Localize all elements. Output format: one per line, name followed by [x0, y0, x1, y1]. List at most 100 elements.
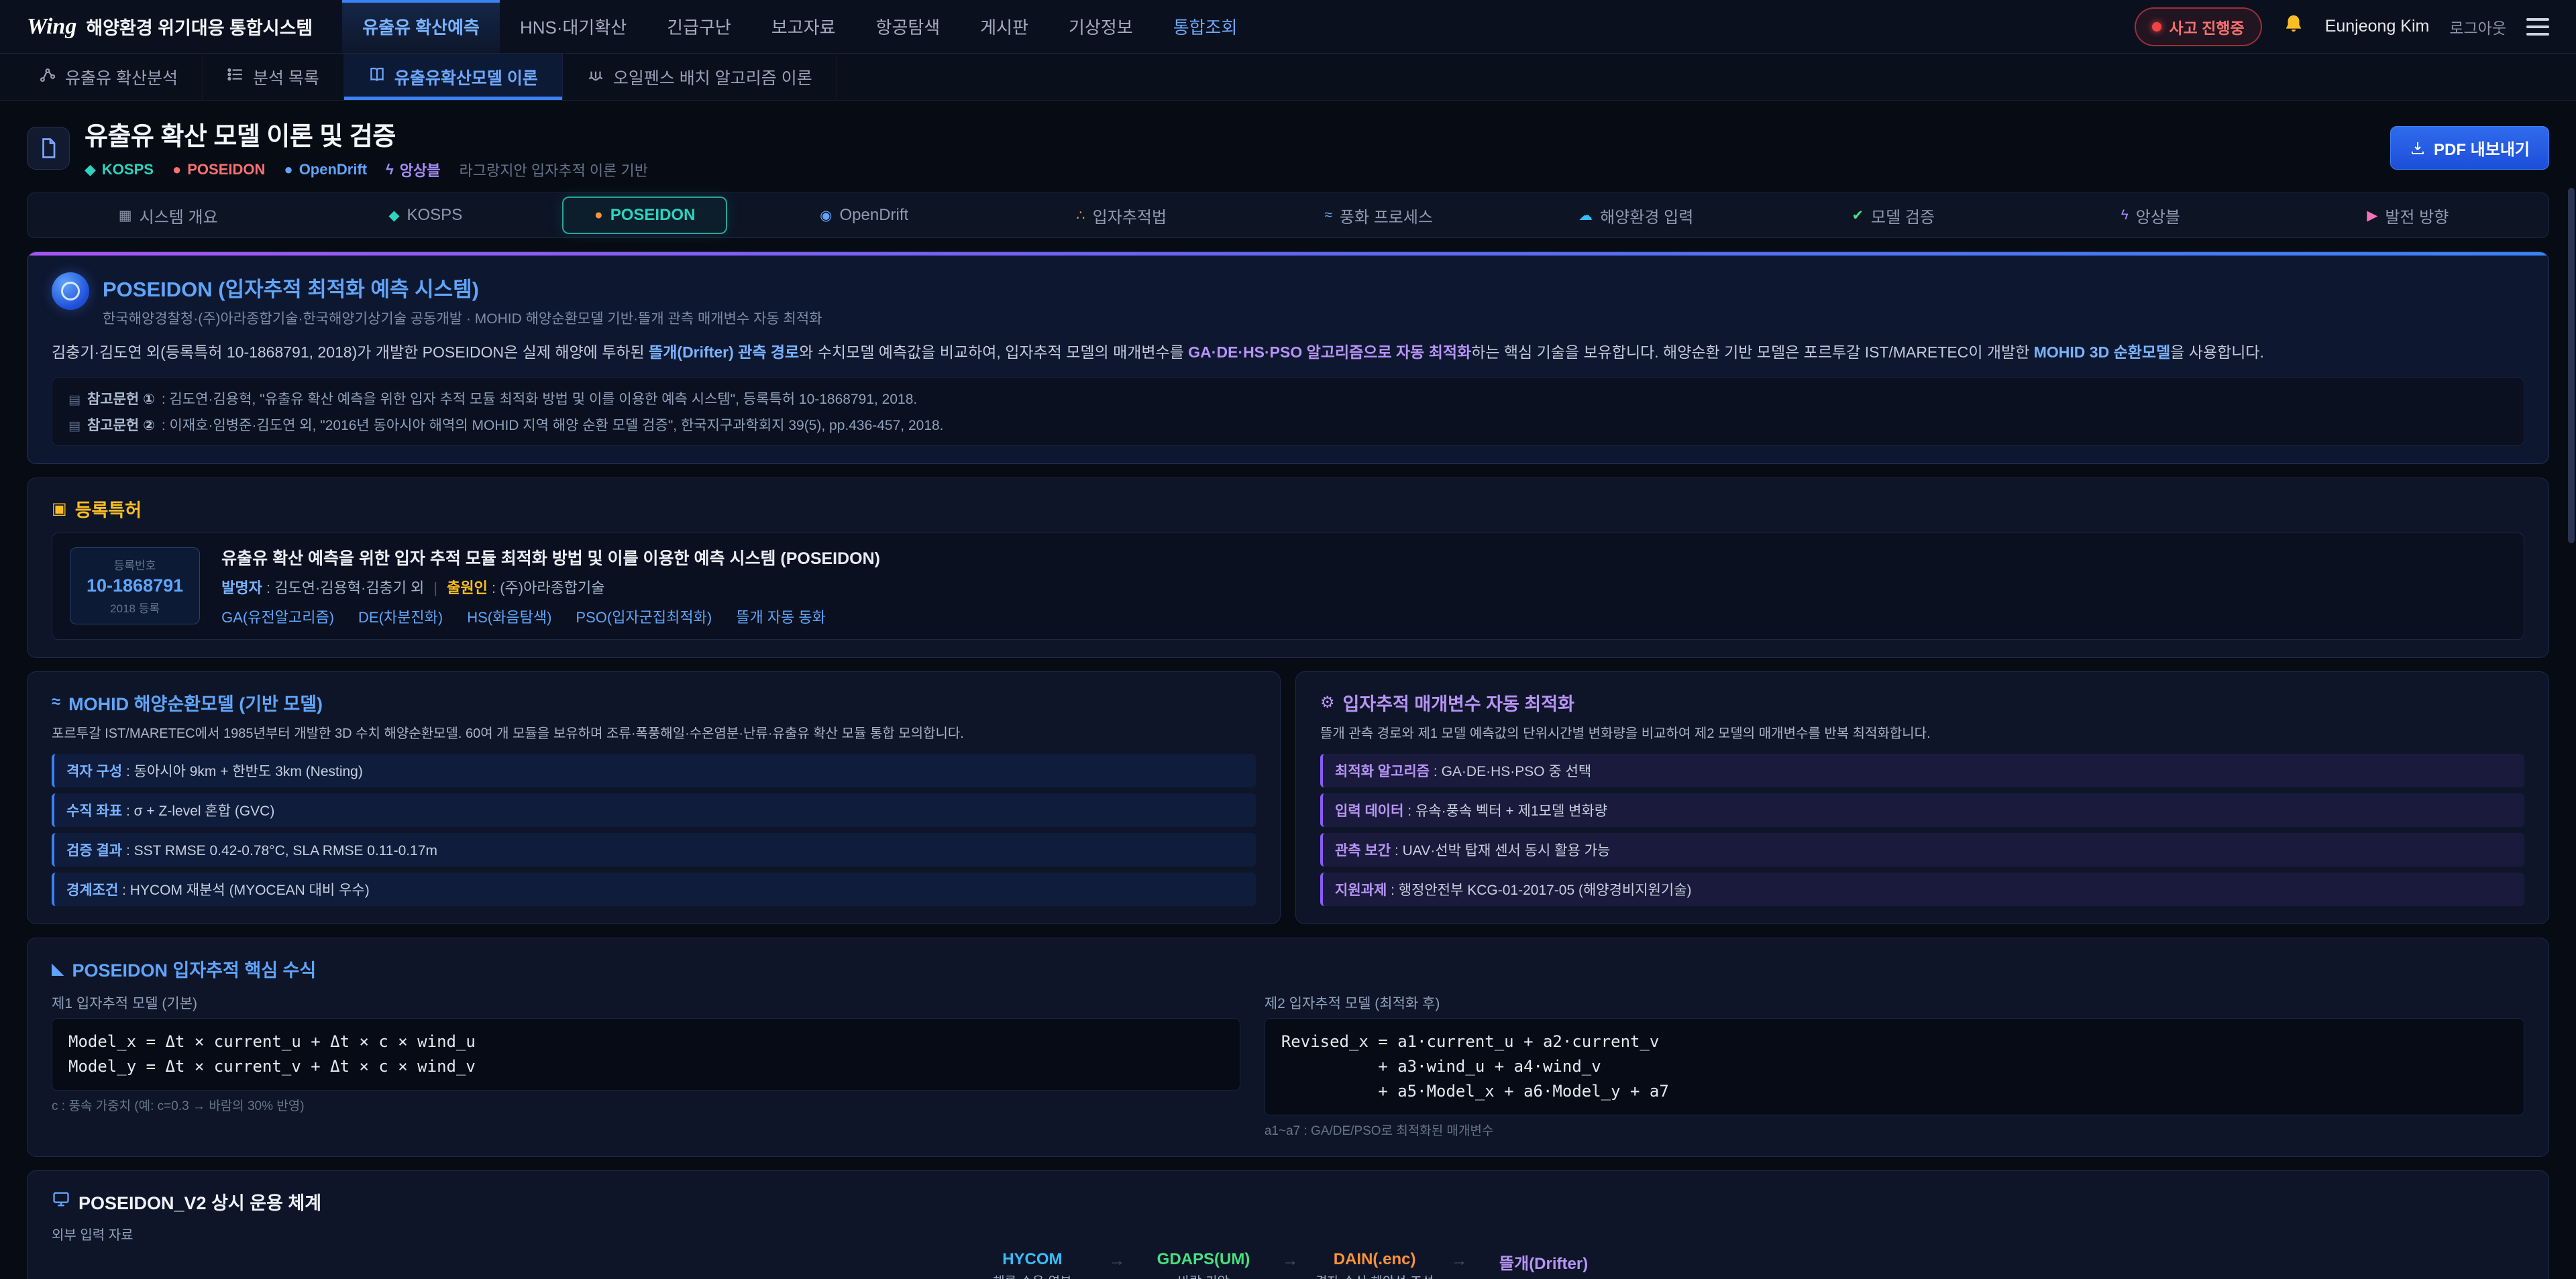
- monitor-icon: [52, 1190, 70, 1213]
- particles-icon: ∴: [1076, 207, 1085, 224]
- optimization-title: ⚙ 입자추적 매개변수 자동 최적화: [1320, 689, 2524, 716]
- tag-opendrift: ●OpenDrift: [284, 161, 367, 178]
- nav-item-emergency-rescue[interactable]: 긴급구난: [647, 0, 751, 53]
- incident-dot-icon: [2152, 22, 2161, 32]
- nav-item-integrated-search[interactable]: 통합조회: [1153, 0, 1258, 53]
- dot-icon: ●: [594, 207, 603, 223]
- notification-bell-icon[interactable]: [2282, 13, 2305, 40]
- mohid-card: ≈ MOHID 해양순환모델 (기반 모델) 포르투갈 IST/MARETEC에…: [27, 671, 1281, 924]
- main-content: POSEIDON (입자추적 최적화 예측 시스템) 한국해양경찰청·(주)아라…: [0, 238, 2576, 1279]
- book-icon: [368, 66, 386, 88]
- book-icon: ▤: [68, 392, 80, 408]
- page-header: 유출유 확산 모델 이론 및 검증 ◆KOSPS ●POSEIDON ●Open…: [0, 101, 2576, 191]
- nav-item-reports[interactable]: 보고자료: [751, 0, 856, 53]
- nav-item-oil-spill-prediction[interactable]: 유출유 확산예측: [342, 0, 500, 53]
- spec-row-observation: 관측 보간 : UAV·선박 탑재 센서 동시 활용 가능: [1320, 833, 2524, 867]
- patent-link-de[interactable]: DE(차분진화): [358, 606, 443, 627]
- app-logo[interactable]: Wing 해양환경 위기대응 통합시스템: [27, 0, 313, 53]
- section-tab-roadmap[interactable]: ▶발전 방향: [2279, 204, 2537, 227]
- scatter-analysis-icon: [39, 66, 56, 88]
- flow-node-dain: DAIN(.enc) 격자·수심·해안선·조석 정적 바이너리 데이터: [1314, 1250, 1435, 1279]
- formula-model2-caption: a1~a7 : GA/DE/PSO로 최적화된 매개변수: [1265, 1121, 2524, 1139]
- patent-link-drifter[interactable]: 뜰개 자동 동화: [736, 606, 826, 627]
- section-tab-poseidon[interactable]: ●POSEIDON: [562, 197, 727, 234]
- patent-title: 유출유 확산 예측을 위한 입자 추적 모듈 최적화 방법 및 이를 이용한 예…: [221, 545, 880, 569]
- section-tab-particle-tracking[interactable]: ∴입자추적법: [993, 204, 1250, 227]
- user-name: Eunjeong Kim: [2325, 17, 2430, 36]
- subtab-analysis-list[interactable]: 분석 목록: [203, 54, 344, 100]
- subtab-spill-model-theory[interactable]: 유출유확산모델 이론: [344, 54, 563, 100]
- logout-button[interactable]: 로그아웃: [2449, 15, 2506, 38]
- logo-wing-mark: Wing: [27, 14, 76, 40]
- mohid-description: 포르투갈 IST/MARETEC에서 1985년부터 개발한 3D 수치 해양순…: [52, 724, 1256, 744]
- patent-link-hs[interactable]: HS(화음탐색): [467, 606, 551, 627]
- page-title: 유출유 확산 모델 이론 및 검증: [85, 115, 648, 152]
- page-subtitle-note: 라그랑지안 입자추적 이론 기반: [460, 159, 648, 180]
- highlight-mohid-model: MOHID 3D 순환모델: [2034, 343, 2170, 361]
- section-tab-overview[interactable]: ▦시스템 개요: [40, 204, 297, 227]
- section-tab-weathering[interactable]: ≈풍화 프로세스: [1250, 204, 1507, 227]
- arrow-icon: →: [1109, 1250, 1125, 1270]
- dot-icon: ●: [284, 161, 292, 178]
- formula-model1-caption: c : 풍속 가중치 (예: c=0.3 → 바람의 30% 반영): [52, 1096, 1240, 1114]
- poseidon-subtitle: 한국해양경찰청·(주)아라종합기술·한국해양기상기술 공동개발 · MOHID …: [103, 308, 822, 328]
- operations-title: POSEIDON_V2 상시 운용 체계: [52, 1188, 2524, 1215]
- subtab-label: 오일펜스 배치 알고리즘 이론: [613, 65, 812, 89]
- menu-icon[interactable]: [2526, 18, 2549, 36]
- patent-link-ga[interactable]: GA(유전알고리즘): [221, 606, 334, 627]
- pdf-export-button[interactable]: PDF 내보내기: [2390, 126, 2549, 170]
- formula-model2: 제2 입자추적 모델 (최적화 후) Revised_x = a1·curren…: [1265, 993, 2524, 1139]
- reference-2: ▤ 참고문헌 ② : 이재호·임병준·김도연 외, "2016년 동아시아 해역…: [68, 414, 2508, 435]
- incident-label: 사고 진행중: [2169, 15, 2245, 38]
- page-document-icon: [27, 127, 70, 170]
- formula-model1: 제1 입자추적 모델 (기본) Model_x = Δt × current_u…: [52, 993, 1240, 1139]
- spec-row-algorithm: 최적화 알고리즘 : GA·DE·HS·PSO 중 선택: [1320, 754, 2524, 787]
- cloud-icon: ☁: [1578, 207, 1593, 224]
- optimization-description: 뜰개 관측 경로와 제1 모델 예측값의 단위시간별 변화량을 비교하여 제2 …: [1320, 724, 2524, 744]
- scrollbar[interactable]: [2568, 0, 2575, 1279]
- list-icon: [227, 66, 244, 88]
- dot-icon: ●: [172, 161, 181, 178]
- tag-kosps: ◆KOSPS: [85, 161, 154, 178]
- formula-model1-code: Model_x = Δt × current_u + Δt × c × wind…: [52, 1018, 1240, 1091]
- nav-item-hns-diffusion[interactable]: HNS·대기확산: [500, 0, 647, 53]
- subtab-label: 유출유 확산분석: [65, 65, 178, 89]
- mohid-title: ≈ MOHID 해양순환모델 (기반 모델): [52, 689, 1256, 716]
- spec-row-boundary: 경계조건 : HYCOM 재분석 (MYOCEAN 대비 우수): [52, 873, 1256, 906]
- wave-icon: ≈: [1324, 207, 1332, 223]
- scrollbar-thumb[interactable]: [2568, 188, 2575, 543]
- nav-item-board[interactable]: 게시판: [960, 0, 1049, 53]
- section-tab-ensemble[interactable]: ϟ앙상블: [2022, 204, 2279, 227]
- section-tab-ocean-input[interactable]: ☁해양환경 입력: [1507, 204, 1765, 227]
- incident-status-badge[interactable]: 사고 진행중: [2135, 7, 2262, 46]
- nav-item-aerial-search[interactable]: 항공탐색: [856, 0, 961, 53]
- model-detail-columns: ≈ MOHID 해양순환모델 (기반 모델) 포르투갈 IST/MARETEC에…: [27, 671, 2549, 924]
- spec-row-project: 지원과제 : 행정안전부 KCG-01-2017-05 (해양경비지원기술): [1320, 873, 2524, 906]
- highlight-drifter-path: 뜰개(Drifter) 관측 경로: [649, 343, 799, 361]
- patent-link-pso[interactable]: PSO(입자군집최적화): [576, 606, 712, 627]
- subtab-spill-analysis[interactable]: 유출유 확산분석: [15, 54, 203, 100]
- section-tab-opendrift[interactable]: ◉OpenDrift: [735, 206, 993, 225]
- bolt-icon: ϟ: [386, 161, 394, 178]
- rocket-icon: ▶: [2367, 207, 2377, 224]
- wave-icon: ≈: [52, 693, 60, 712]
- formula-model1-label: 제1 입자추적 모델 (기본): [52, 993, 1240, 1013]
- spec-row-grid: 격자 구성 : 동아시아 9km + 한반도 3km (Nesting): [52, 754, 1256, 787]
- diamond-icon: ◆: [388, 207, 399, 224]
- section-tab-kosps[interactable]: ◆KOSPS: [297, 206, 555, 225]
- section-tab-validation[interactable]: ✔모델 검증: [1764, 204, 2022, 227]
- flow-node-gdaps: GDAPS(UM) 바람·기압 g512_v070_erea_*.grib2: [1141, 1250, 1266, 1279]
- subtab-oil-fence-theory[interactable]: 오일펜스 배치 알고리즘 이론: [563, 54, 837, 100]
- patent-section-title: ▣ 등록특허: [52, 496, 2524, 522]
- patent-detail-box: 등록번호 10-1868791 2018 등록 유출유 확산 예측을 위한 입자…: [52, 533, 2524, 640]
- nav-item-weather-info[interactable]: 기상정보: [1049, 0, 1153, 53]
- arrow-icon: →: [1282, 1250, 1298, 1270]
- app-title: 해양환경 위기대응 통합시스템: [86, 13, 313, 40]
- poseidon-globe-icon: [52, 272, 89, 310]
- patent-meta: 발명자 : 김도연·김용혁·김충기 외 | 출원인 : (주)아라종합기술: [221, 576, 880, 598]
- circle-icon: ◉: [820, 207, 832, 224]
- clipboard-icon: ▣: [52, 499, 67, 518]
- patent-number-badge: 등록번호 10-1868791 2018 등록: [70, 547, 200, 624]
- arrow-icon: →: [1451, 1250, 1467, 1270]
- oil-fence-icon: [587, 66, 604, 88]
